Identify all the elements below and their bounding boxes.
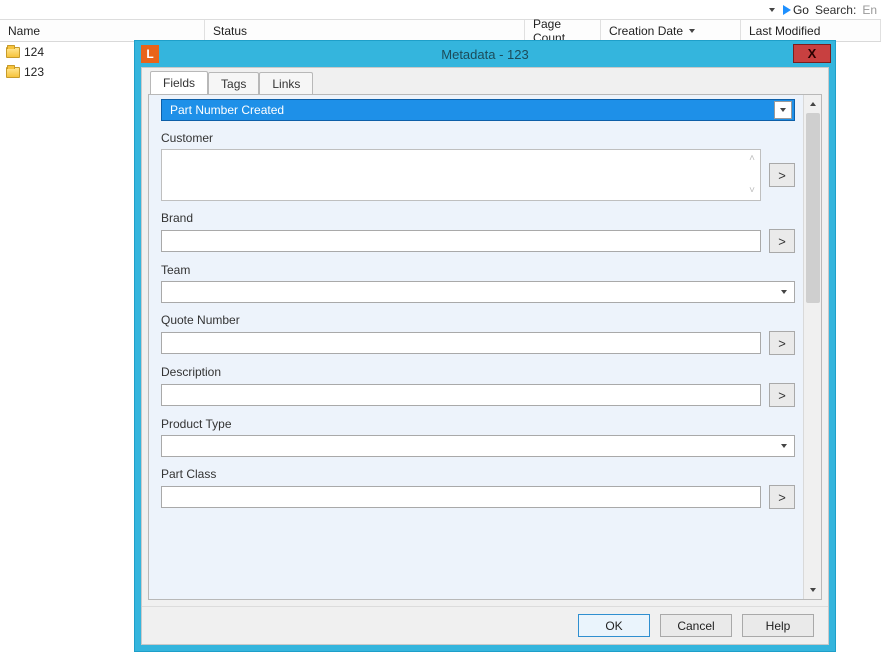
template-name: Part Number Created: [170, 103, 284, 117]
dialog-footer: OK Cancel Help: [142, 606, 828, 644]
folder-icon: [6, 67, 20, 78]
scroll-track[interactable]: [804, 113, 822, 581]
field-part-class: Part Class >: [161, 467, 795, 509]
item-name: 123: [24, 65, 44, 79]
go-button[interactable]: Go: [783, 3, 809, 17]
field-brand: Brand >: [161, 211, 795, 253]
column-last-modified[interactable]: Last Modified: [741, 20, 881, 41]
column-page-count[interactable]: Page Count: [525, 20, 601, 41]
column-name[interactable]: Name: [0, 20, 205, 41]
part-class-lookup-button[interactable]: >: [769, 485, 795, 509]
customer-input[interactable]: ˄ ˅: [161, 149, 761, 201]
fields-form: Part Number Created Customer ˄ ˅: [149, 95, 803, 599]
part-class-input[interactable]: [161, 486, 761, 508]
cancel-button[interactable]: Cancel: [660, 614, 732, 637]
part-class-label: Part Class: [161, 467, 795, 481]
field-quote-number: Quote Number >: [161, 313, 795, 355]
dialog-body: Fields Tags Links Part Number Created Cu…: [141, 67, 829, 645]
item-name: 124: [24, 45, 44, 59]
folder-icon: [6, 47, 20, 58]
top-toolbar: Go Search: En: [0, 0, 881, 20]
chevron-down-icon: [774, 101, 792, 119]
sort-desc-icon: [689, 29, 695, 33]
dialog-titlebar[interactable]: L Metadata - 123 X: [135, 41, 835, 67]
product-type-dropdown[interactable]: [161, 435, 795, 457]
scroll-up-icon[interactable]: [804, 95, 822, 113]
field-description: Description >: [161, 365, 795, 407]
column-status[interactable]: Status: [205, 20, 525, 41]
description-lookup-button[interactable]: >: [769, 383, 795, 407]
tab-links[interactable]: Links: [259, 72, 313, 95]
quote-number-label: Quote Number: [161, 313, 795, 327]
chevron-down-icon: ˅: [749, 186, 755, 196]
history-dropdown-icon[interactable]: [767, 4, 777, 16]
help-button[interactable]: Help: [742, 614, 814, 637]
chevron-down-icon: [776, 284, 792, 300]
customer-lookup-button[interactable]: >: [769, 163, 795, 187]
play-icon: [783, 5, 791, 15]
description-input[interactable]: [161, 384, 761, 406]
quote-number-lookup-button[interactable]: >: [769, 331, 795, 355]
chevron-down-icon: [776, 438, 792, 454]
dialog-title: Metadata - 123: [441, 47, 528, 62]
go-label: Go: [793, 3, 809, 17]
field-customer: Customer ˄ ˅ >: [161, 131, 795, 201]
field-team: Team: [161, 263, 795, 303]
search-label: Search:: [815, 3, 856, 17]
quote-number-input[interactable]: [161, 332, 761, 354]
close-icon: X: [808, 46, 817, 61]
brand-label: Brand: [161, 211, 795, 225]
column-creation-date[interactable]: Creation Date: [601, 20, 741, 41]
team-dropdown[interactable]: [161, 281, 795, 303]
metadata-dialog: L Metadata - 123 X Fields Tags Links Par…: [135, 41, 835, 651]
team-label: Team: [161, 263, 795, 277]
textarea-scroll[interactable]: ˄ ˅: [746, 154, 758, 196]
tab-fields[interactable]: Fields: [150, 71, 208, 95]
column-header-row: Name Status Page Count Creation Date Las…: [0, 20, 881, 42]
ok-button[interactable]: OK: [578, 614, 650, 637]
tab-tags[interactable]: Tags: [208, 72, 259, 95]
search-input[interactable]: En: [862, 3, 877, 17]
template-dropdown[interactable]: Part Number Created: [161, 99, 795, 121]
field-product-type: Product Type: [161, 417, 795, 457]
scroll-thumb[interactable]: [806, 113, 820, 303]
chevron-up-icon: ˄: [749, 154, 755, 164]
scroll-down-icon[interactable]: [804, 581, 822, 599]
description-label: Description: [161, 365, 795, 379]
panel-scrollbar[interactable]: [803, 95, 821, 599]
brand-input[interactable]: [161, 230, 761, 252]
app-icon: L: [141, 45, 159, 63]
fields-panel: Part Number Created Customer ˄ ˅: [148, 94, 822, 600]
brand-lookup-button[interactable]: >: [769, 229, 795, 253]
product-type-label: Product Type: [161, 417, 795, 431]
close-button[interactable]: X: [793, 44, 831, 63]
customer-label: Customer: [161, 131, 795, 145]
app-root: Go Search: En Name Status Page Count Cre…: [0, 0, 881, 669]
tab-strip: Fields Tags Links: [142, 68, 828, 94]
